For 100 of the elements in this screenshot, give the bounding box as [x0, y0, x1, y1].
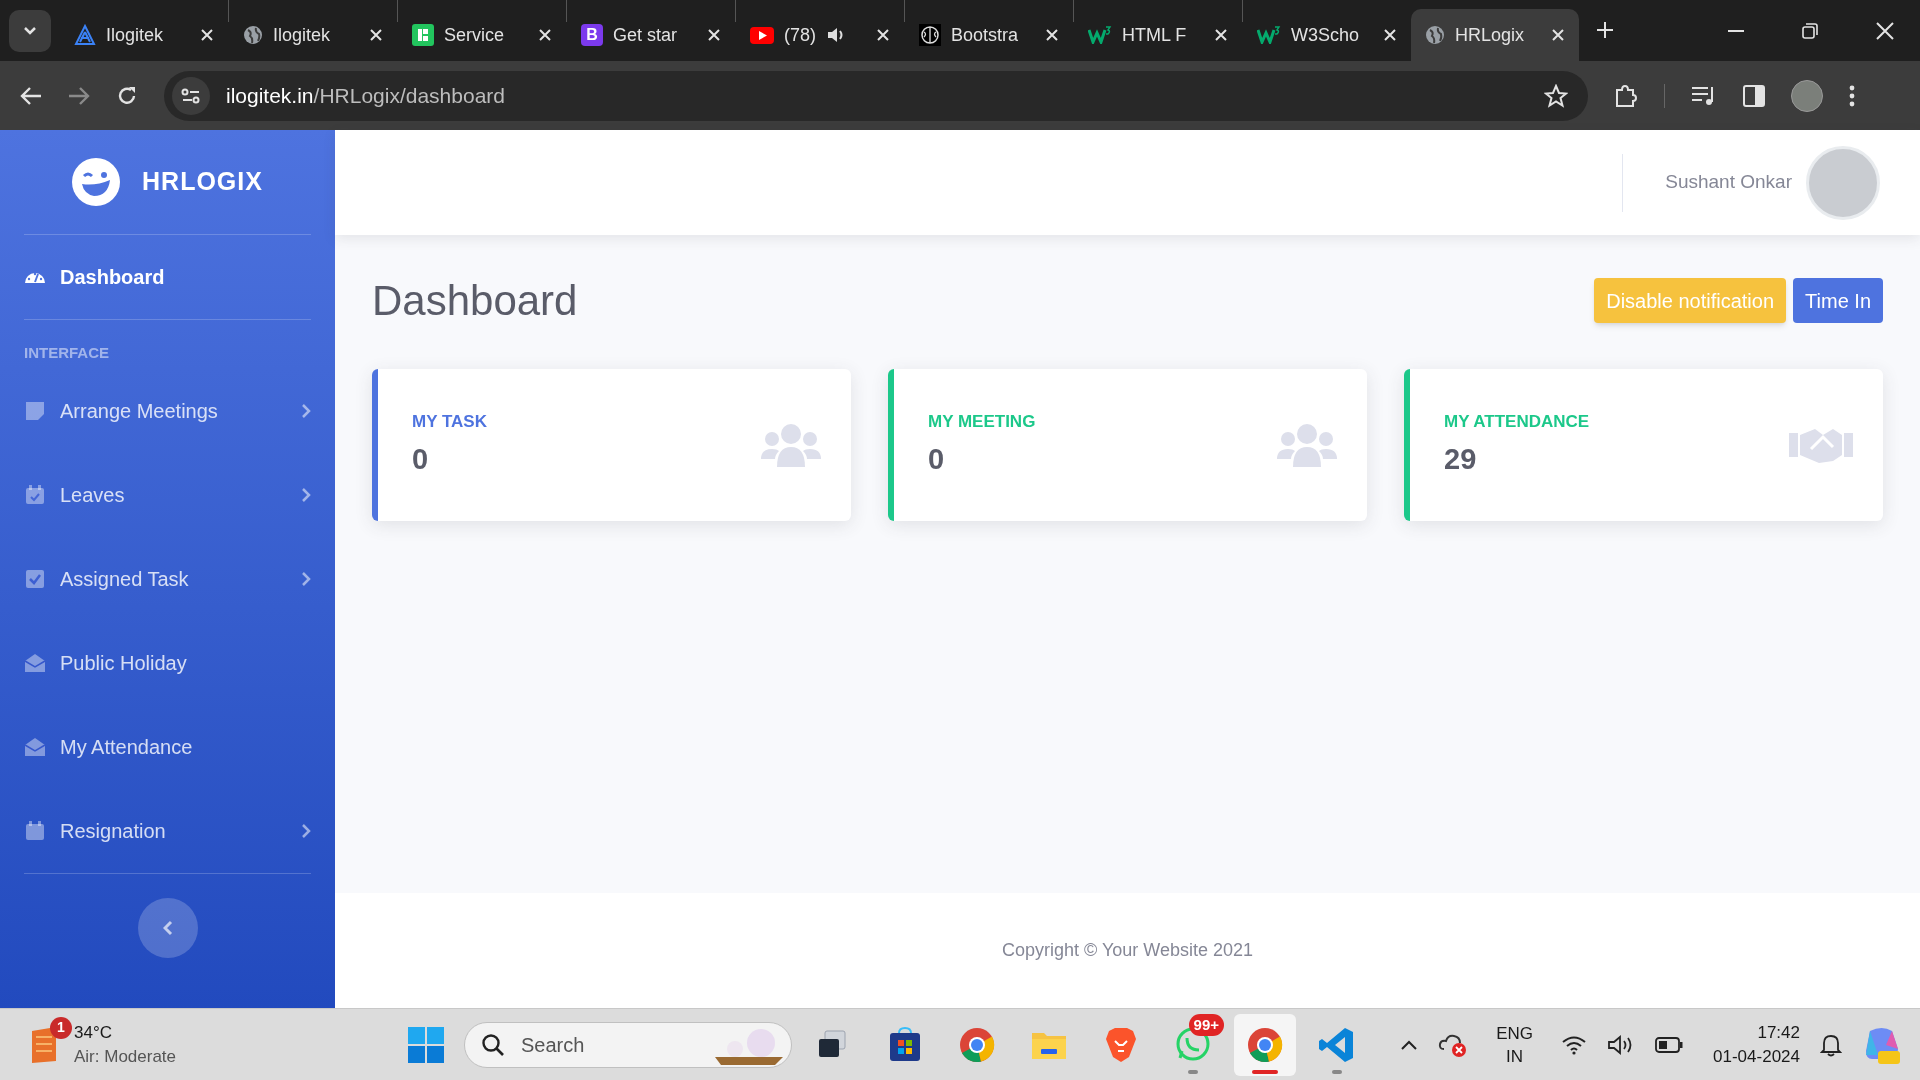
brand-name: HRLOGIX	[142, 166, 263, 198]
copyright-text: Copyright © Your Website 2021	[1001, 939, 1254, 962]
open-envelope-icon	[24, 735, 46, 758]
note-icon	[24, 399, 46, 422]
new-tab-icon[interactable]	[1596, 21, 1614, 39]
sidebar-item[interactable]: Public Holiday	[0, 620, 335, 705]
sidebar-item-label: Public Holiday	[60, 650, 187, 676]
tab-title: HTML F	[1122, 23, 1187, 47]
sidebar-item-label: Dashboard	[60, 265, 165, 290]
stat-label: MY MEETING	[928, 410, 1037, 433]
site-settings-icon[interactable]	[172, 76, 210, 115]
close-icon[interactable]	[1214, 28, 1228, 42]
sidebar-item[interactable]: Arrange Meetings	[0, 368, 335, 453]
close-icon[interactable]	[876, 28, 890, 42]
users-icon	[761, 423, 821, 467]
close-icon[interactable]	[1045, 28, 1059, 42]
minimize-icon[interactable]	[1728, 29, 1744, 32]
w3-logo-icon	[1088, 26, 1112, 44]
app-logo-icon	[412, 24, 434, 46]
tab-title: (78)	[784, 23, 816, 47]
sidebar-item-label: My Attendance	[60, 734, 193, 760]
chevron-right-icon	[301, 486, 311, 503]
chevron-left-icon	[162, 919, 173, 936]
sidebar-item-label: Assigned Task	[60, 566, 189, 592]
browser-tab[interactable]: Ilogitek	[229, 9, 397, 61]
battery-icon[interactable]	[1655, 1036, 1684, 1053]
letter-logo-icon: B	[581, 24, 603, 46]
page-title: Dashboard	[372, 276, 578, 326]
wifi-icon[interactable]	[1561, 1034, 1588, 1055]
temperature: 34°C	[74, 1021, 113, 1044]
stat-value: 29	[1444, 442, 1478, 477]
reload-icon[interactable]	[116, 84, 138, 107]
browser-tab[interactable]: Bootstra	[905, 9, 1073, 61]
url-text: ilogitek.in/HRLogix/dashboard	[226, 82, 505, 109]
side-panel-icon[interactable]	[1743, 84, 1765, 107]
active-indicator	[1252, 1069, 1278, 1074]
running-indicator	[1188, 1069, 1198, 1074]
browser-tab[interactable]: Ilogitek	[60, 9, 228, 61]
sidebar-item-label: Leaves	[60, 482, 125, 508]
forward-icon[interactable]	[68, 85, 90, 106]
taskbar-app[interactable]: 99+	[1162, 1013, 1224, 1076]
stat-label: MY TASK	[412, 410, 488, 433]
bell-icon[interactable]	[1820, 1032, 1842, 1057]
sidebar-item-label: Resignation	[60, 818, 166, 844]
time-in-button[interactable]: Time In	[1793, 278, 1883, 323]
air-quality: Air: Moderate	[74, 1045, 177, 1068]
running-indicator	[1332, 1069, 1342, 1074]
back-icon[interactable]	[20, 85, 42, 106]
w3-logo-icon	[1257, 26, 1281, 44]
sidebar-item[interactable]: Leaves	[0, 452, 335, 537]
clock-date[interactable]: 01-04-2024	[1713, 1044, 1800, 1069]
tab-title: W3Scho	[1291, 23, 1360, 47]
chevron-right-icon	[301, 822, 311, 839]
search-icon	[481, 1032, 505, 1057]
play-logo-icon	[750, 26, 774, 44]
tab-search-button[interactable]	[9, 10, 51, 52]
calendar-icon	[24, 819, 46, 842]
notification-badge: 99+	[1188, 1013, 1224, 1036]
close-icon[interactable]	[1876, 21, 1894, 40]
close-icon[interactable]	[1551, 28, 1565, 42]
tab-title: Get star	[613, 23, 678, 47]
browser-tab[interactable]: (78)	[736, 9, 904, 61]
windows-logo-icon	[408, 1026, 444, 1063]
language-indicator[interactable]: ENG	[1496, 1021, 1534, 1045]
address-bar[interactable]: ilogitek.in/HRLogix/dashboard	[164, 70, 1588, 121]
taskbar-search-field[interactable]: Search	[464, 1021, 792, 1068]
chevron-right-icon	[301, 570, 311, 587]
search-placeholder: Search	[521, 1032, 585, 1058]
close-icon[interactable]	[200, 28, 214, 42]
sidebar-heading: INTERFACE	[23, 343, 110, 363]
close-icon[interactable]	[369, 28, 383, 42]
open-envelope-icon	[24, 651, 46, 674]
browser-tab[interactable]: W3Scho	[1243, 9, 1411, 61]
users-icon	[1277, 423, 1337, 467]
clock-time[interactable]: 17:42	[1757, 1020, 1800, 1045]
restore-icon[interactable]	[1802, 22, 1818, 39]
profile-avatar[interactable]	[1791, 79, 1823, 112]
more-menu-icon[interactable]	[1849, 84, 1855, 107]
sidebar-item-label: Arrange Meetings	[60, 398, 218, 424]
globe-icon	[243, 25, 263, 45]
chevron-down-icon	[23, 26, 37, 36]
browser-tab[interactable]: HTML F	[1074, 9, 1242, 61]
puzzle-piece-icon[interactable]	[1614, 83, 1638, 108]
browser-tab[interactable]: Service	[398, 9, 566, 61]
region-indicator[interactable]: IN	[1506, 1044, 1524, 1068]
tab-title: HRLogix	[1455, 23, 1525, 47]
stat-label: MY ATTENDANCE	[1444, 410, 1591, 433]
sidebar-item[interactable]: My Attendance	[0, 704, 335, 789]
bookmark-star-icon[interactable]	[1544, 83, 1568, 108]
sidebar-item[interactable]: Assigned Task	[0, 536, 335, 621]
sidebar-item[interactable]: Dashboard	[0, 235, 335, 319]
browser-tab[interactable]: B Get star	[567, 9, 735, 61]
user-name[interactable]: Sushant Onkar	[1665, 168, 1792, 197]
sidebar-item[interactable]: Resignation	[0, 788, 335, 873]
browser-tab[interactable]: HRLogix	[1411, 9, 1579, 61]
tab-title: Bootstra	[951, 23, 1019, 47]
close-icon[interactable]	[1383, 28, 1397, 42]
close-icon[interactable]	[538, 28, 552, 42]
chevron-up-icon[interactable]	[1400, 1038, 1419, 1051]
close-icon[interactable]	[707, 28, 721, 42]
